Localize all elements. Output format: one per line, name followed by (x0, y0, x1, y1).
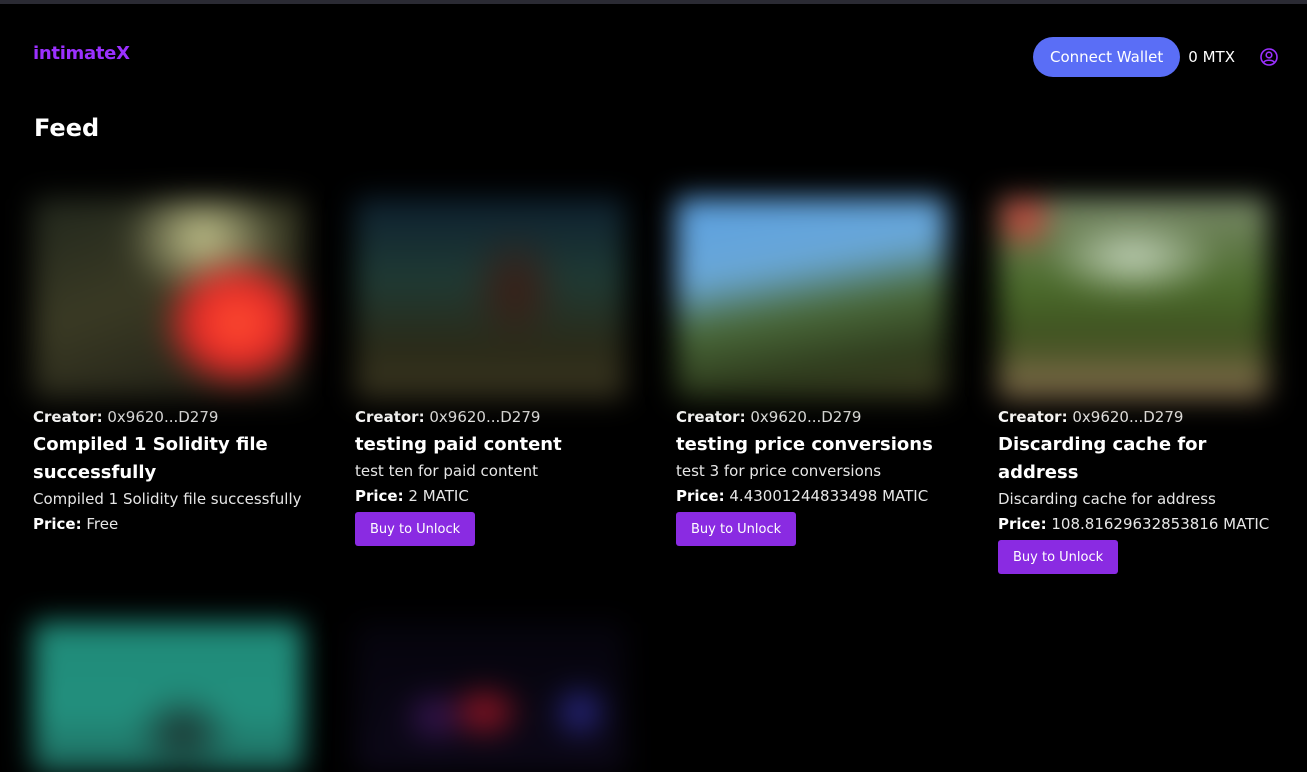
price-line: Price: 4.43001244833498 MATIC (676, 484, 952, 508)
creator-address: 0x9620...D279 (429, 408, 541, 426)
buy-to-unlock-button[interactable]: Buy to Unlock (676, 512, 797, 546)
card-description: test ten for paid content (355, 462, 538, 480)
price-label: Price: (998, 515, 1047, 533)
card-title: testing price conversions (676, 434, 933, 455)
feed-card[interactable] (355, 622, 631, 772)
price-line: Price: 108.81629632853816 MATIC (998, 512, 1274, 536)
feed-card[interactable]: Creator: 0x9620...D279 testing price con… (676, 198, 952, 546)
content-thumbnail[interactable] (676, 198, 946, 398)
brand-logo[interactable]: intimateX (33, 43, 130, 64)
card-description: Discarding cache for address (998, 490, 1216, 508)
creator-line: Creator: 0x9620...D279 (998, 407, 1274, 427)
card-title: Compiled 1 Solidity file successfully (33, 434, 268, 483)
creator-label: Creator: (676, 408, 746, 426)
creator-line: Creator: 0x9620...D279 (33, 407, 309, 427)
creator-label: Creator: (33, 408, 103, 426)
creator-address: 0x9620...D279 (1072, 408, 1184, 426)
content-thumbnail[interactable] (998, 198, 1268, 398)
page-title: Feed (34, 114, 100, 142)
creator-label: Creator: (998, 408, 1068, 426)
price-line: Price: 2 MATIC (355, 484, 631, 508)
header-actions: Connect Wallet 0 MTX (1032, 37, 1279, 77)
feed-card[interactable] (33, 622, 309, 772)
user-circle-icon[interactable] (1259, 47, 1279, 67)
creator-address: 0x9620...D279 (107, 408, 219, 426)
card-description: Compiled 1 Solidity file successfully (33, 490, 302, 508)
creator-line: Creator: 0x9620...D279 (676, 407, 952, 427)
creator-label: Creator: (355, 408, 425, 426)
creator-address: 0x9620...D279 (750, 408, 862, 426)
price-line: Price: Free (33, 512, 309, 536)
content-thumbnail[interactable] (355, 622, 625, 772)
content-thumbnail[interactable] (33, 622, 303, 772)
feed-card[interactable]: Creator: 0x9620...D279 testing paid cont… (355, 198, 631, 546)
connect-wallet-button[interactable]: Connect Wallet (1032, 37, 1181, 77)
token-balance: 0 MTX (1188, 48, 1235, 66)
price-label: Price: (676, 487, 725, 505)
window-top-border (0, 0, 1307, 4)
price-label: Price: (355, 487, 404, 505)
buy-to-unlock-button[interactable]: Buy to Unlock (355, 512, 476, 546)
card-title: Discarding cache for address (998, 434, 1207, 483)
price-value: 108.81629632853816 MATIC (1051, 515, 1270, 533)
price-value: Free (86, 515, 119, 533)
card-description: test 3 for price conversions (676, 462, 882, 480)
content-thumbnail[interactable] (33, 198, 303, 398)
price-label: Price: (33, 515, 82, 533)
content-thumbnail[interactable] (355, 198, 625, 398)
creator-line: Creator: 0x9620...D279 (355, 407, 631, 427)
feed-card[interactable]: Creator: 0x9620...D279 Discarding cache … (998, 198, 1274, 574)
card-title: testing paid content (355, 434, 562, 455)
feed-card[interactable]: Creator: 0x9620...D279 Compiled 1 Solidi… (33, 198, 309, 536)
buy-to-unlock-button[interactable]: Buy to Unlock (998, 540, 1119, 574)
price-value: 4.43001244833498 MATIC (729, 487, 929, 505)
price-value: 2 MATIC (408, 487, 469, 505)
